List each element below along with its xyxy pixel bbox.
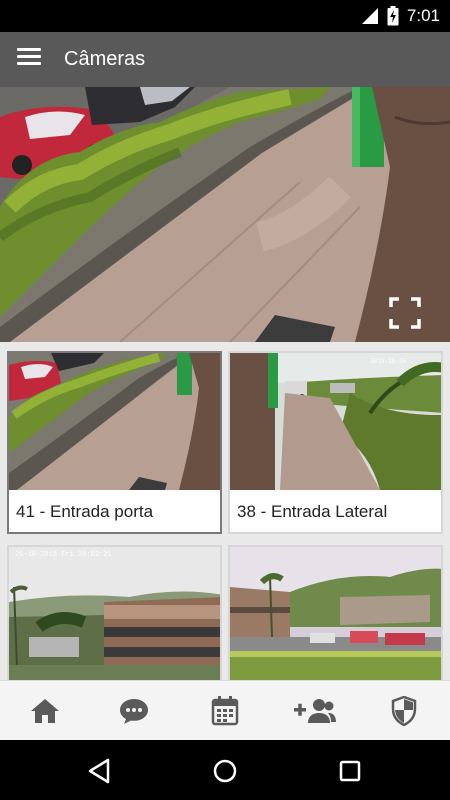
hamburger-icon — [17, 48, 41, 51]
signal-icon — [361, 8, 378, 24]
camera-feed-image — [0, 87, 450, 342]
add-user-icon — [294, 699, 336, 723]
battery-icon — [387, 6, 399, 26]
calendar-icon — [211, 696, 239, 726]
featured-camera-view[interactable] — [0, 87, 450, 342]
camera-card[interactable] — [228, 545, 443, 680]
camera-card[interactable]: 2018-10-26 38 - Entrada Lateral — [228, 351, 443, 534]
camera-label: 41 - Entrada porta — [16, 502, 154, 521]
page-title: Câmeras — [64, 48, 146, 70]
recents-icon[interactable] — [336, 757, 364, 785]
nav-chat-button[interactable] — [114, 693, 154, 729]
hamburger-icon — [17, 62, 41, 65]
hamburger-icon — [17, 55, 41, 58]
nav-home-button[interactable] — [25, 693, 65, 729]
fullscreen-icon[interactable] — [388, 296, 422, 330]
camera-thumbnail: 2018-10-26 — [230, 353, 441, 490]
shield-icon — [391, 696, 417, 726]
status-bar: 7:01 — [0, 0, 450, 32]
camera-timestamp: 26-10-2018 Fri 20:02:21 — [15, 551, 112, 559]
bottom-navigation — [0, 680, 450, 740]
nav-add-user-button[interactable] — [292, 693, 338, 729]
camera-thumbnail — [9, 547, 220, 680]
home-icon — [31, 699, 59, 723]
clock: 7:01 — [406, 6, 440, 25]
camera-card[interactable]: 26-10-2018 Fri 20:02:21 — [7, 545, 222, 680]
app-bar: Câmeras — [0, 32, 450, 87]
back-icon[interactable] — [86, 757, 114, 785]
nav-calendar-button[interactable] — [205, 693, 245, 729]
nav-security-button[interactable] — [384, 693, 424, 729]
home-circle-icon[interactable] — [211, 757, 239, 785]
menu-button[interactable] — [14, 45, 44, 73]
camera-grid: 41 - Entrada porta 2018-10-26 38 - Entra — [0, 342, 450, 680]
chat-icon — [120, 699, 148, 724]
svg-text:2018-10-26: 2018-10-26 — [370, 358, 406, 365]
camera-label: 38 - Entrada Lateral — [237, 502, 388, 521]
camera-thumbnail — [9, 353, 220, 490]
camera-card[interactable]: 41 - Entrada porta — [7, 351, 222, 534]
system-navigation-bar — [0, 740, 450, 800]
camera-thumbnail — [230, 547, 441, 680]
